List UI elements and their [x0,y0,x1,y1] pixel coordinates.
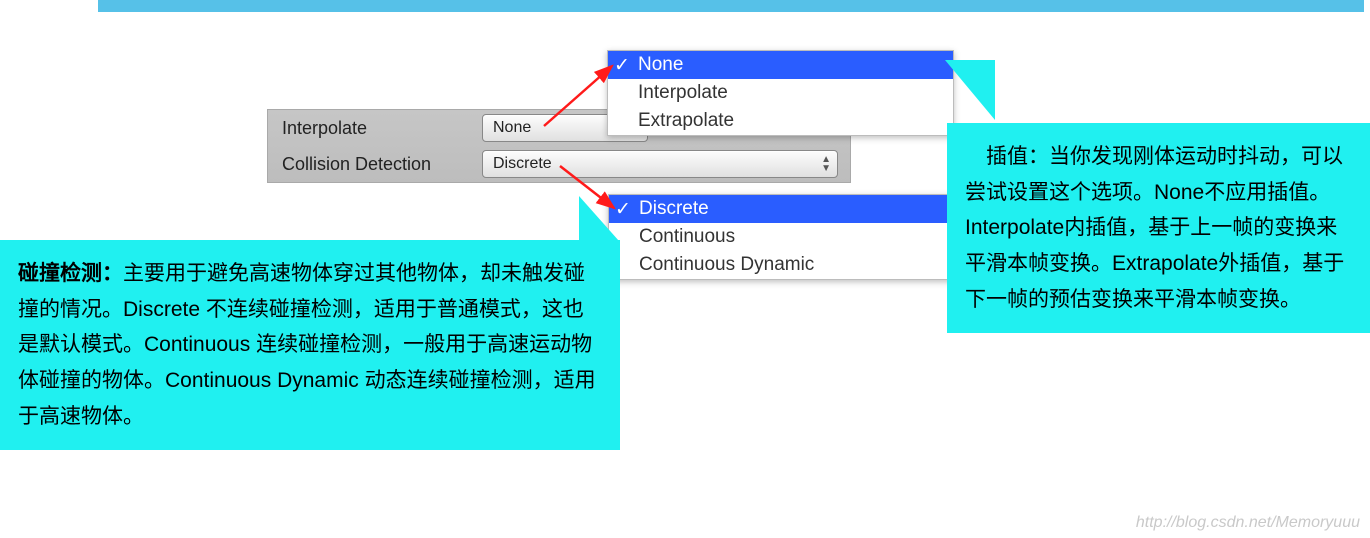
collision-dropdown[interactable]: Discrete ▲▼ [482,150,838,178]
collision-option-continuous-dynamic[interactable]: Continuous Dynamic [609,251,954,279]
collision-option-continuous[interactable]: Continuous [609,223,954,251]
interpolate-label: Interpolate [268,118,482,139]
collision-label: Collision Detection [268,154,482,175]
interpolate-callout-tail [945,60,995,120]
callout-body: 插值：当你发现刚体运动时抖动，可以尝试设置这个选项。None不应用插值。Inte… [965,145,1344,311]
collision-option-discrete[interactable]: ✓ Discrete [609,195,954,223]
menu-item-label: Interpolate [638,82,728,104]
watermark-text: http://blog.csdn.net/Memoryuuu [1136,514,1360,532]
interpolate-option-interpolate[interactable]: Interpolate [608,79,953,107]
interpolate-menu: ✓ None Interpolate Extrapolate [607,50,954,136]
top-accent-bar [98,0,1364,12]
updown-icon: ▲▼ [821,155,831,173]
collision-row: Collision Detection Discrete ▲▼ [268,146,850,182]
menu-item-label: Extrapolate [638,110,734,132]
interpolate-callout: 插值：当你发现刚体运动时抖动，可以尝试设置这个选项。None不应用插值。Inte… [947,123,1370,333]
callout-title: 碰撞检测： [18,262,123,285]
collision-callout: 碰撞检测：主要用于避免高速物体穿过其他物体，却未触发碰撞的情况。Discrete… [0,240,620,450]
menu-item-label: Discrete [639,198,709,220]
callout-body: 主要用于避免高速物体穿过其他物体，却未触发碰撞的情况。Discrete 不连续碰… [18,262,596,428]
check-icon: ✓ [614,54,630,77]
collision-callout-tail [579,196,619,241]
interpolate-dropdown-value: None [493,119,531,137]
interpolate-option-extrapolate[interactable]: Extrapolate [608,107,953,135]
collision-dropdown-value: Discrete [493,155,552,173]
menu-item-label: Continuous Dynamic [639,254,814,276]
collision-menu: ✓ Discrete Continuous Continuous Dynamic [608,194,955,280]
menu-item-label: None [638,54,683,76]
menu-item-label: Continuous [639,226,735,248]
interpolate-option-none[interactable]: ✓ None [608,51,953,79]
